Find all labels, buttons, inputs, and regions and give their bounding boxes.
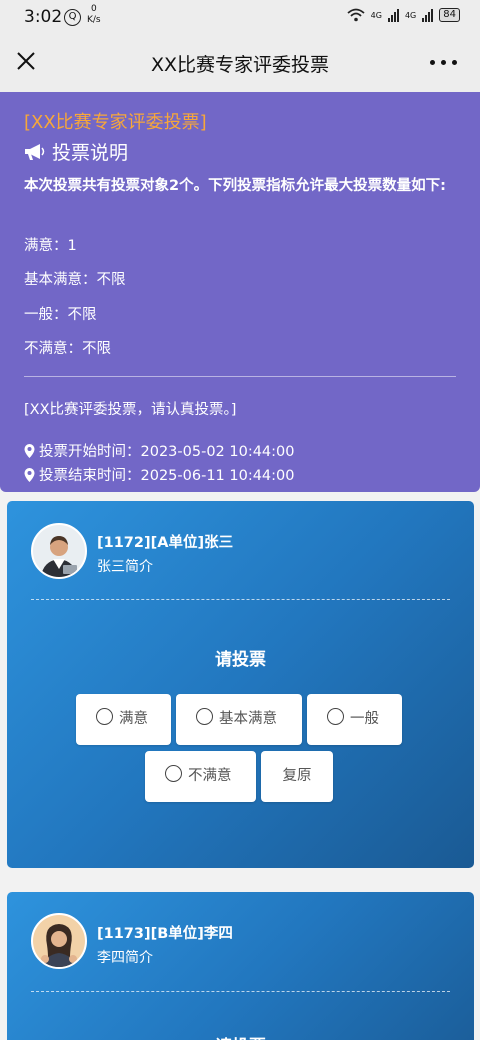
candidate-intro[interactable]: 张三简介 (97, 556, 153, 576)
vote-prompt: 请投票 (215, 650, 266, 670)
radio-icon[interactable] (327, 708, 344, 725)
nav-bar: XX比赛专家评委投票 (0, 34, 480, 92)
candidate-name: [1172][A单位]张三 (97, 535, 234, 551)
limit-unsatisfied: 不满意：不限 (24, 341, 111, 357)
option-unsatisfied[interactable]: 不满意 (145, 751, 256, 802)
divider (31, 991, 450, 992)
battery-icon: 84 (439, 8, 460, 22)
megaphone-icon (25, 143, 45, 160)
option-satisfied[interactable]: 满意 (76, 694, 171, 745)
limit-average: 一般：不限 (24, 307, 97, 323)
vote-note: [XX比赛评委投票，请认真投票。] (24, 402, 237, 418)
limit-satisfied: 满意：1 (24, 238, 77, 254)
status-time: 3:02 (24, 7, 63, 27)
limit-basically-satisfied: 基本满意：不限 (24, 272, 126, 288)
vote-title: [XX比赛专家评委投票] (24, 112, 207, 133)
signal-icon-2 (422, 8, 434, 22)
option-basically-satisfied[interactable]: 基本满意 (176, 694, 302, 745)
status-bar: 3:02 Q 0 K/s 4G 4G 84 (0, 0, 480, 34)
signal-icon (387, 8, 399, 22)
end-time: 投票结束时间：2025-06-11 10:44:00 (24, 464, 295, 485)
page-title: XX比赛专家评委投票 (150, 54, 330, 76)
candidate-card: [1173][B单位]李四 李四简介 请投票 (7, 892, 474, 1040)
avatar (31, 523, 87, 579)
close-icon[interactable] (12, 47, 42, 77)
radio-icon[interactable] (96, 708, 113, 725)
option-average[interactable]: 一般 (307, 694, 402, 745)
status-icons: 4G 4G 84 (347, 8, 460, 22)
reset-button[interactable]: 复原 (261, 751, 333, 802)
start-time: 投票开始时间：2023-05-02 10:44:00 (24, 440, 295, 461)
radio-icon[interactable] (196, 708, 213, 725)
wifi-icon (347, 8, 365, 22)
network-speed: 0 K/s (87, 4, 101, 25)
location-pin-icon (24, 443, 35, 458)
candidate-intro[interactable]: 李四简介 (97, 947, 153, 967)
network-type-1: 4G (370, 10, 382, 20)
vote-description: 本次投票共有投票对象2个。下列投票指标允许最大投票数量如下: (24, 178, 446, 194)
location-pin-icon (24, 467, 35, 482)
candidate-card: [1172][A单位]张三 张三简介 请投票 满意 基本满意 一般 不满意 复原 (7, 501, 474, 868)
divider (24, 376, 456, 377)
more-icon[interactable] (430, 48, 460, 76)
avatar (31, 913, 87, 969)
radio-icon[interactable] (165, 765, 182, 782)
vote-prompt: 请投票 (7, 1032, 474, 1040)
candidate-name: [1173][B单位]李四 (97, 926, 233, 942)
divider (31, 599, 450, 600)
vote-info-panel: [XX比赛专家评委投票] 投票说明 本次投票共有投票对象2个。下列投票指标允许最… (0, 92, 480, 492)
notification-icon: Q (64, 9, 81, 26)
network-type-2: 4G (404, 10, 417, 20)
vote-instructions-heading: 投票说明 (24, 138, 128, 165)
